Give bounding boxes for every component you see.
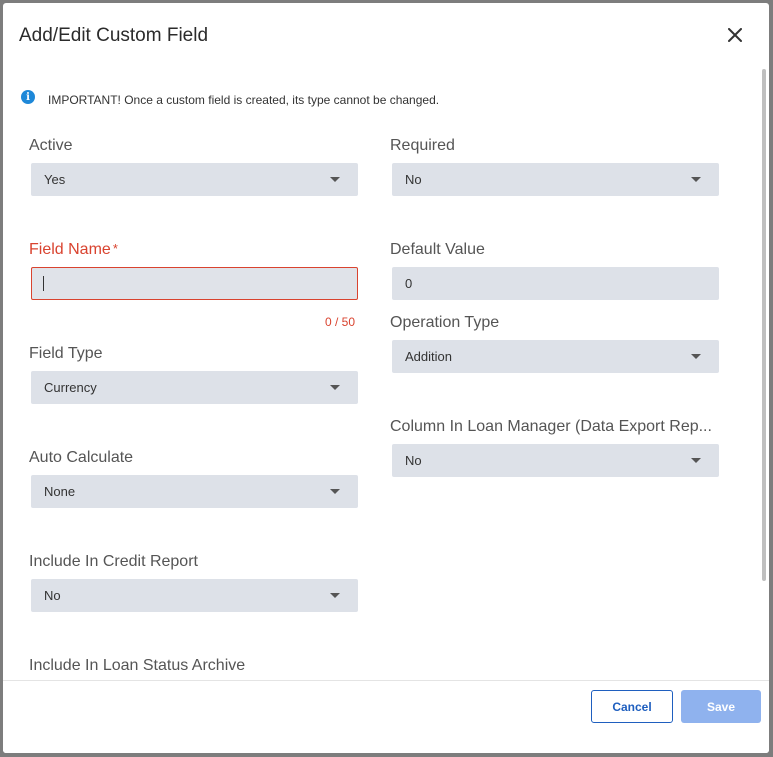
chevron-down-icon xyxy=(330,489,340,494)
field-name-counter: 0 / 50 xyxy=(325,315,356,329)
field-type-select[interactable]: Currency xyxy=(31,371,358,404)
dialog-title: Add/Edit Custom Field xyxy=(19,25,209,46)
operation-type-select[interactable]: Addition xyxy=(392,340,719,373)
field-name-label: Field Name * xyxy=(29,241,118,259)
include-in-loan-status-archive-label: Include In Loan Status Archive xyxy=(29,657,246,674)
save-button[interactable]: Save xyxy=(681,690,761,723)
column-in-loan-manager-select-value: No xyxy=(405,453,422,468)
cancel-button[interactable]: Cancel xyxy=(591,690,673,723)
field-name-label-text: Field Name xyxy=(29,241,111,258)
field-name-input[interactable] xyxy=(31,267,358,300)
operation-type-select-value: Addition xyxy=(405,349,452,364)
info-icon: i xyxy=(21,90,35,104)
text-cursor xyxy=(43,276,44,291)
default-value-input-value: 0 xyxy=(405,276,413,291)
field-type-label: Field Type xyxy=(29,345,103,362)
chevron-down-icon xyxy=(330,385,340,390)
close-icon xyxy=(728,28,742,42)
chevron-down-icon xyxy=(691,458,701,463)
include-in-credit-report-label: Include In Credit Report xyxy=(29,553,198,570)
field-type-select-value: Currency xyxy=(44,380,97,395)
auto-calculate-select[interactable]: None xyxy=(31,475,358,508)
close-button[interactable] xyxy=(723,23,747,47)
active-select-value: Yes xyxy=(44,172,66,187)
chevron-down-icon xyxy=(691,354,701,359)
auto-calculate-label: Auto Calculate xyxy=(29,449,134,466)
important-notice: IMPORTANT! Once a custom field is create… xyxy=(48,93,440,107)
required-select-value: No xyxy=(405,172,422,187)
include-in-credit-report-select-value: No xyxy=(44,588,61,603)
active-label: Active xyxy=(29,137,73,154)
column-in-loan-manager-select[interactable]: No xyxy=(392,444,719,477)
scrollbar[interactable] xyxy=(762,69,766,581)
default-value-input[interactable]: 0 xyxy=(392,267,719,300)
active-select[interactable]: Yes xyxy=(31,163,358,196)
operation-type-label: Operation Type xyxy=(390,314,500,331)
chevron-down-icon xyxy=(330,593,340,598)
column-in-loan-manager-label: Column In Loan Manager (Data Export Rep.… xyxy=(390,418,712,435)
required-select[interactable]: No xyxy=(392,163,719,196)
include-in-credit-report-select[interactable]: No xyxy=(31,579,358,612)
custom-field-dialog: Add/Edit Custom Field i IMPORTANT! Once … xyxy=(3,3,769,753)
default-value-label: Default Value xyxy=(390,241,485,258)
auto-calculate-select-value: None xyxy=(44,484,76,499)
chevron-down-icon xyxy=(691,177,701,182)
chevron-down-icon xyxy=(330,177,340,182)
required-mark: * xyxy=(112,241,118,256)
required-label: Required xyxy=(390,137,455,154)
